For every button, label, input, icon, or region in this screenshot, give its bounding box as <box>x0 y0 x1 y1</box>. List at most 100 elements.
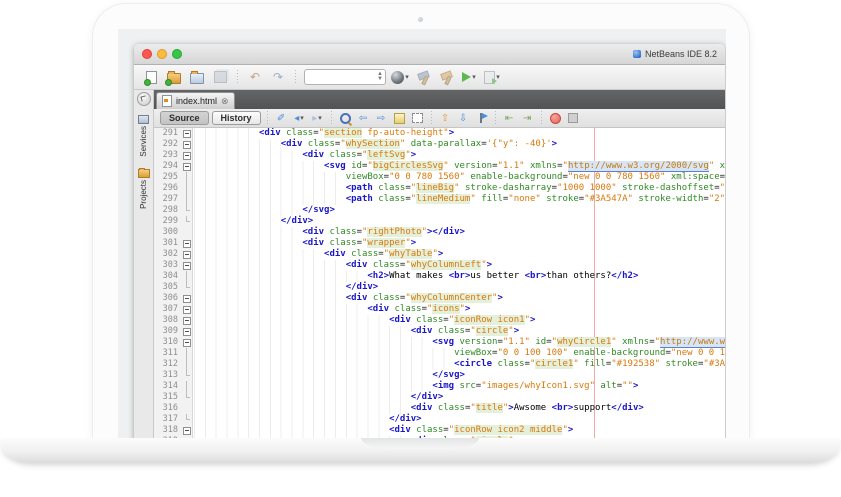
code-line[interactable]: 314<img src="images/whyIcon1.svg" alt=""… <box>154 381 725 392</box>
debug-project-button[interactable]: ▾ <box>483 68 501 86</box>
window-titlebar[interactable]: NetBeans IDE 8.2 <box>134 44 725 65</box>
fold-marker[interactable] <box>181 139 194 150</box>
code-line[interactable]: 299</div> <box>154 216 725 227</box>
minimize-window-button[interactable] <box>157 49 167 59</box>
line-number[interactable]: 312 <box>154 359 181 370</box>
line-number[interactable]: 302 <box>154 249 181 260</box>
run-project-button[interactable]: ▾ <box>460 68 478 86</box>
line-number[interactable]: 297 <box>154 194 181 205</box>
code-line[interactable]: 305</div> <box>154 282 725 293</box>
new-project-button[interactable] <box>165 68 183 86</box>
code-line[interactable]: 312<circle class="circle1" fill="#192538… <box>154 359 725 370</box>
fold-marker[interactable] <box>181 161 194 172</box>
code-line[interactable]: 292<div class="whySection" data-parallax… <box>154 139 725 150</box>
line-number[interactable]: 298 <box>154 205 181 216</box>
fold-marker[interactable] <box>181 238 194 249</box>
code-line[interactable]: 296<path class="lineBig" stroke-dasharra… <box>154 183 725 194</box>
line-number[interactable]: 315 <box>154 392 181 403</box>
line-number[interactable]: 303 <box>154 260 181 271</box>
rectangular-selection-button[interactable] <box>410 111 425 125</box>
line-number[interactable]: 316 <box>154 403 181 414</box>
code-line[interactable]: 313</svg> <box>154 370 725 381</box>
tab-index-html[interactable]: index.html ⊗ <box>156 92 235 109</box>
code-line[interactable]: 318<div class="iconRow icon2 middle"> <box>154 425 725 436</box>
run-sphere-button[interactable]: ▾ <box>391 68 409 86</box>
sidebar-tab-projects[interactable]: Projects <box>138 166 150 212</box>
code-line[interactable]: 310<svg version="1.1" id="whyCircle1" xm… <box>154 337 725 348</box>
code-line[interactable]: 293<div class="leftSvg"> <box>154 150 725 161</box>
code-line[interactable]: 295viewBox="0 0 780 1560" enable-backgro… <box>154 172 725 183</box>
source-view-button[interactable]: Source <box>160 111 209 125</box>
open-project-button[interactable] <box>188 68 206 86</box>
line-number[interactable]: 299 <box>154 216 181 227</box>
line-number[interactable]: 310 <box>154 337 181 348</box>
line-number[interactable]: 291 <box>154 128 181 139</box>
build-project-button[interactable] <box>414 68 432 86</box>
line-number[interactable]: 314 <box>154 381 181 392</box>
code-line[interactable]: 308<div class="iconRow icon1"> <box>154 315 725 326</box>
line-number[interactable]: 307 <box>154 304 181 315</box>
fold-marker[interactable] <box>181 150 194 161</box>
line-number[interactable]: 318 <box>154 425 181 436</box>
line-number[interactable]: 292 <box>154 139 181 150</box>
line-number[interactable]: 300 <box>154 227 181 238</box>
clean-build-button[interactable] <box>437 68 455 86</box>
sidebar-collapse-button[interactable] <box>137 92 151 106</box>
code-editor[interactable]: 291<div class="section fp-auto-height">2… <box>154 128 725 439</box>
line-number[interactable]: 294 <box>154 161 181 172</box>
zoom-window-button[interactable] <box>172 49 182 59</box>
line-number[interactable]: 317 <box>154 414 181 425</box>
record-macro-button[interactable] <box>548 111 563 125</box>
fold-marker[interactable] <box>181 425 194 436</box>
forward-button[interactable]: ▸▾ <box>310 111 325 125</box>
shift-left-button[interactable]: ⇤ <box>502 111 517 125</box>
line-number[interactable]: 293 <box>154 150 181 161</box>
fold-marker[interactable] <box>181 128 194 139</box>
previous-bookmark-button[interactable]: ⇧ <box>438 111 453 125</box>
code-line[interactable]: 298</svg> <box>154 205 725 216</box>
fold-marker[interactable] <box>181 304 194 315</box>
code-line[interactable]: 316<div class="title">Awsome <br>support… <box>154 403 725 414</box>
code-line[interactable]: 301<div class="wrapper"> <box>154 238 725 249</box>
next-bookmark-button[interactable]: ⇩ <box>456 111 471 125</box>
code-line[interactable]: 315</div> <box>154 392 725 403</box>
line-number[interactable]: 295 <box>154 172 181 183</box>
history-view-button[interactable]: History <box>212 111 261 125</box>
line-number[interactable]: 305 <box>154 282 181 293</box>
sidebar-tab-services[interactable]: Services <box>138 112 149 160</box>
close-tab-icon[interactable]: ⊗ <box>221 97 229 106</box>
fold-marker[interactable] <box>181 337 194 348</box>
fold-marker[interactable] <box>181 260 194 271</box>
find-previous-button[interactable]: ⇦ <box>356 111 371 125</box>
line-number[interactable]: 311 <box>154 348 181 359</box>
undo-button[interactable]: ↶ <box>246 68 264 86</box>
redo-button[interactable]: ↷ <box>269 68 287 86</box>
line-number[interactable]: 296 <box>154 183 181 194</box>
code-line[interactable]: 304<h2>What makes <br>us better <br>than… <box>154 271 725 282</box>
code-line[interactable]: 302<div class="whyTable"> <box>154 249 725 260</box>
save-all-button[interactable] <box>211 68 229 86</box>
code-line[interactable]: 317</div> <box>154 414 725 425</box>
find-next-button[interactable]: ⇨ <box>374 111 389 125</box>
line-number[interactable]: 313 <box>154 370 181 381</box>
code-line[interactable]: 311viewBox="0 0 100 100" enable-backgrou… <box>154 348 725 359</box>
stop-macro-button[interactable] <box>566 111 581 125</box>
code-line[interactable]: 291<div class="section fp-auto-height"> <box>154 128 725 139</box>
fold-marker[interactable] <box>181 249 194 260</box>
fold-marker[interactable] <box>181 315 194 326</box>
line-number[interactable]: 309 <box>154 326 181 337</box>
code-line[interactable]: 307<div class="icons"> <box>154 304 725 315</box>
code-line[interactable]: 303<div class="whyColumnLeft"> <box>154 260 725 271</box>
code-line[interactable]: 306<div class="whyColumnCenter"> <box>154 293 725 304</box>
fold-marker[interactable] <box>181 293 194 304</box>
line-number[interactable]: 301 <box>154 238 181 249</box>
line-number[interactable]: 306 <box>154 293 181 304</box>
code-line[interactable]: 297<path class="lineMedium" fill="none" … <box>154 194 725 205</box>
last-edit-button[interactable]: ✐ <box>274 111 289 125</box>
toggle-bookmark-button[interactable] <box>474 111 489 125</box>
close-window-button[interactable] <box>142 49 152 59</box>
code-line[interactable]: 309<div class="circle"> <box>154 326 725 337</box>
find-selection-button[interactable] <box>338 111 353 125</box>
shift-right-button[interactable]: ⇥ <box>520 111 535 125</box>
back-button[interactable]: ◂▾ <box>292 111 307 125</box>
